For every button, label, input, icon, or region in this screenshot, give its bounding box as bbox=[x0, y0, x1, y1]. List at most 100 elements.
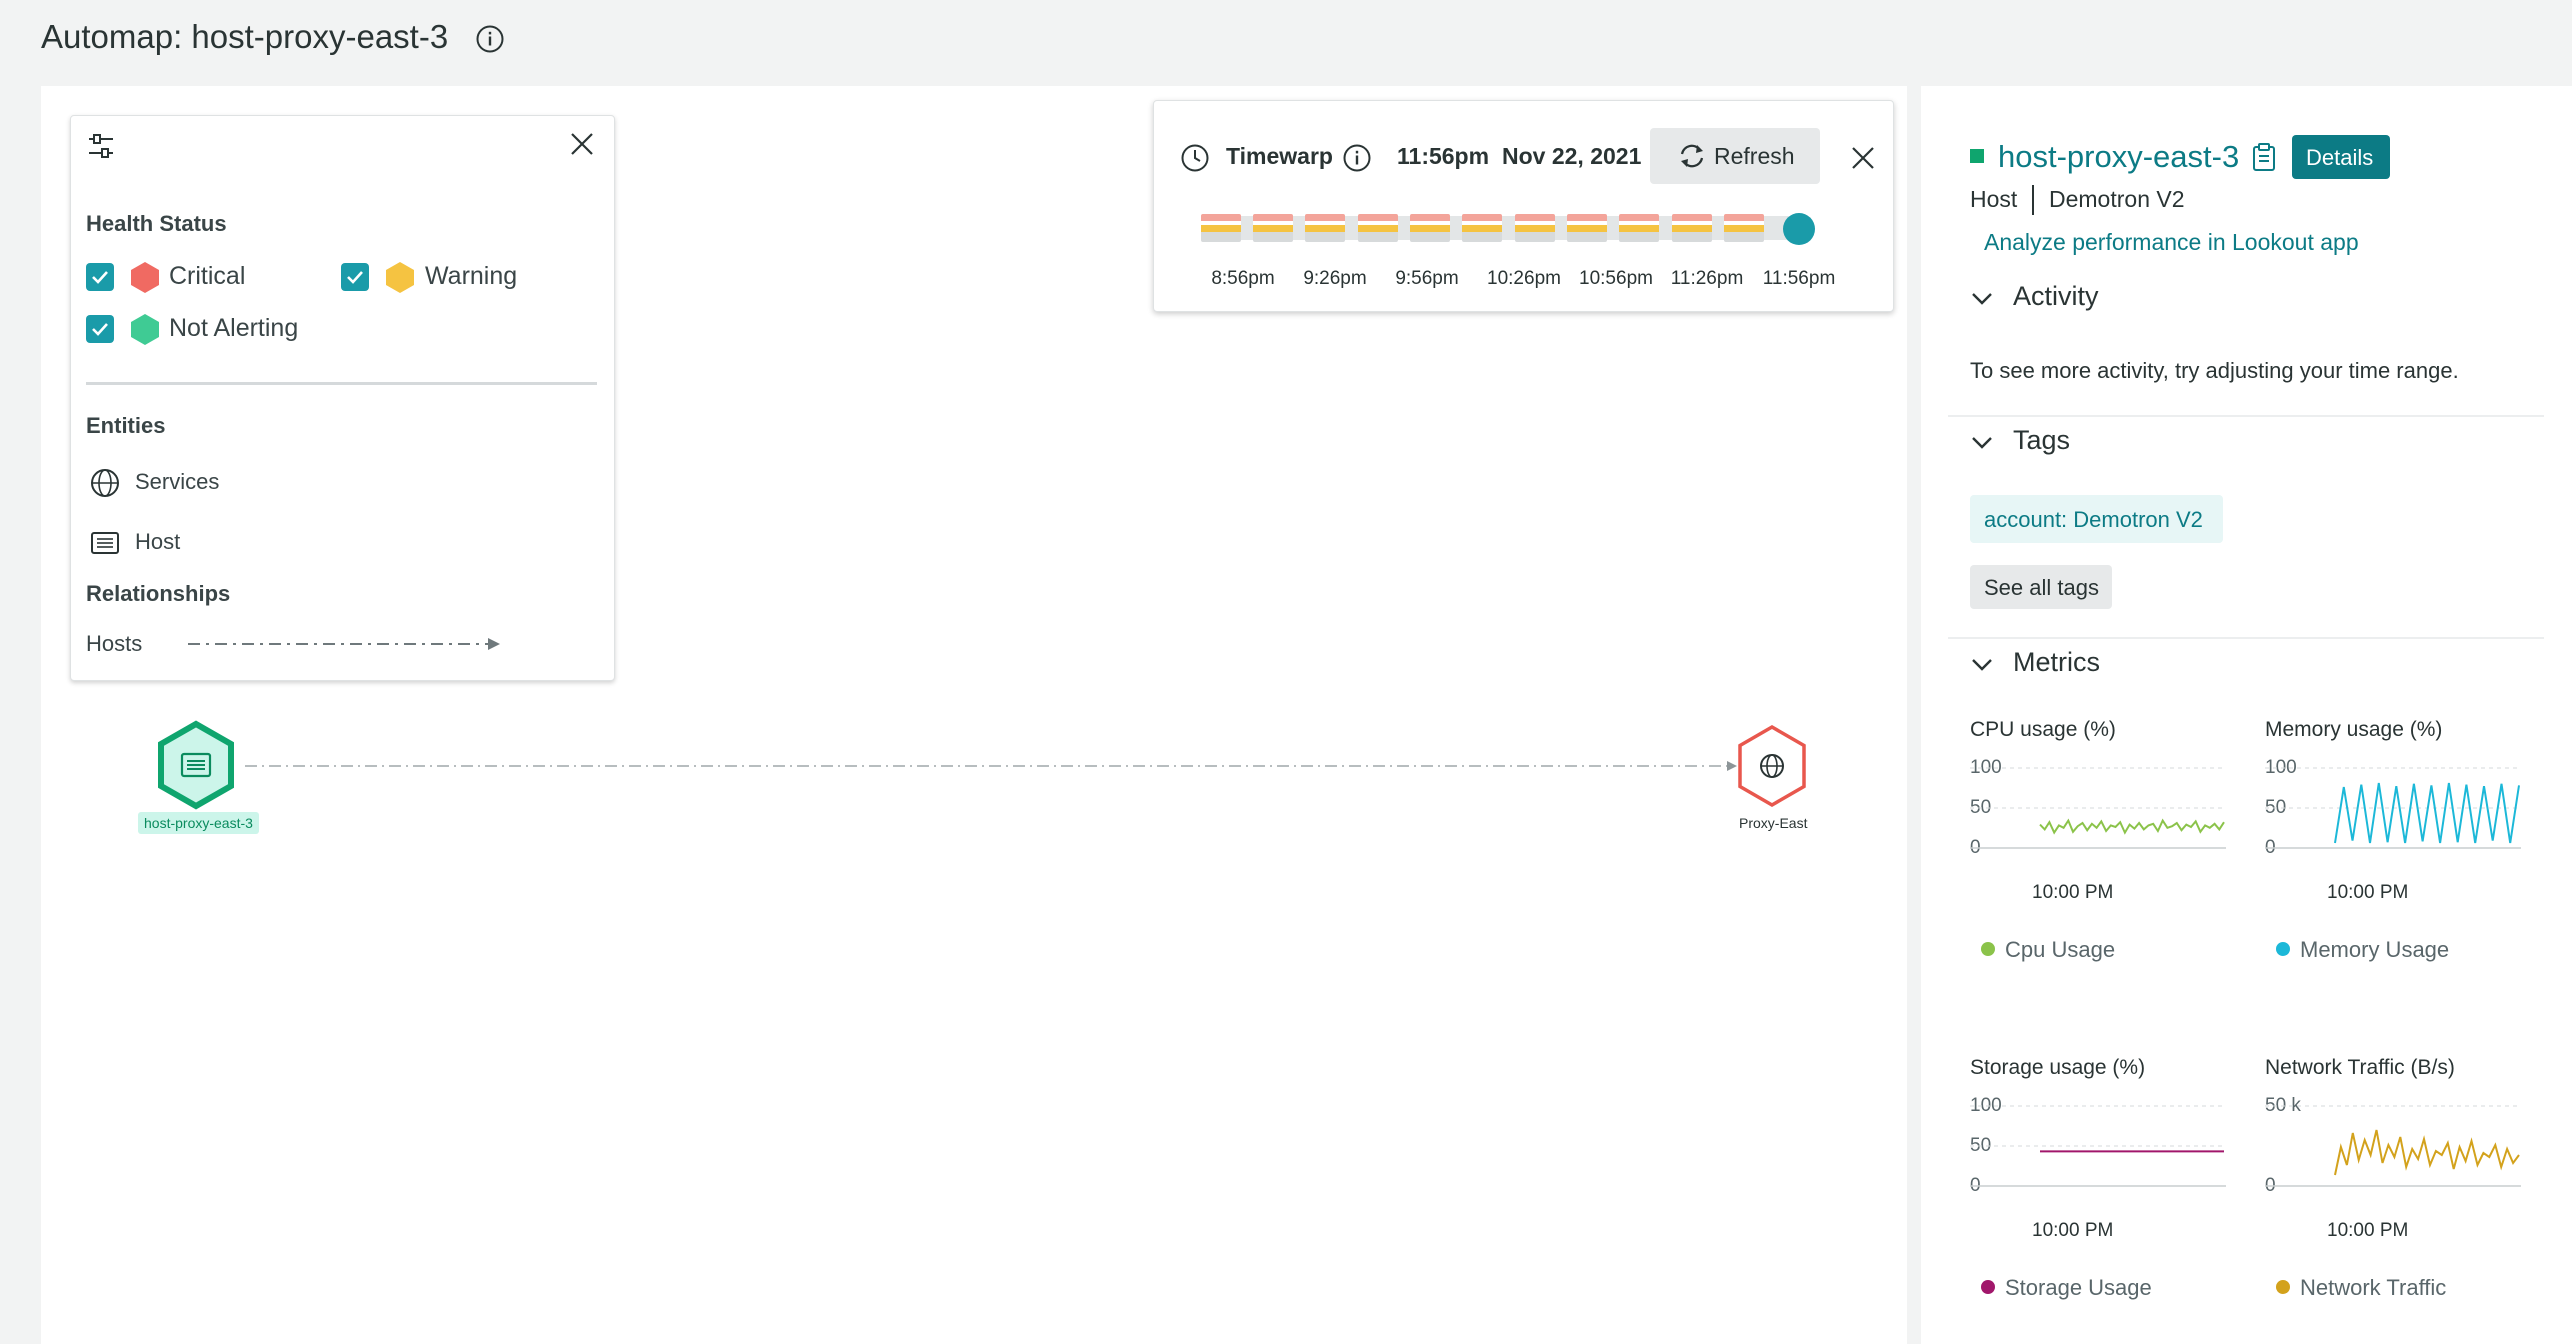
timeline-segment bbox=[1567, 214, 1607, 242]
network-chart-title: Network Traffic (B/s) bbox=[2265, 1056, 2455, 1079]
hosts-relationship-label: Hosts bbox=[86, 631, 143, 656]
host-node-label[interactable]: host-proxy-east-3 bbox=[138, 812, 259, 834]
network-x-label: 10:00 PM bbox=[2327, 1220, 2409, 1241]
chart-series-line bbox=[2039, 818, 2225, 835]
network-legend-dot bbox=[2276, 1280, 2290, 1294]
metrics-section-title[interactable]: Metrics bbox=[2013, 647, 2100, 678]
tags-section-title[interactable]: Tags bbox=[2013, 425, 2070, 456]
timeline-segment bbox=[1305, 214, 1345, 242]
timeline-tick: 11:26pm bbox=[1670, 268, 1744, 289]
critical-checkbox[interactable] bbox=[86, 263, 114, 291]
separator bbox=[2032, 185, 2034, 215]
page-title: Automap: host-proxy-east-3 bbox=[41, 18, 449, 55]
timeline-tick: 9:26pm bbox=[1303, 268, 1367, 289]
timeline-segment bbox=[1672, 214, 1712, 242]
not-alerting-hexagon-icon bbox=[130, 313, 160, 346]
refresh-button[interactable]: Refresh bbox=[1650, 128, 1820, 184]
timeline-tick: 8:56pm bbox=[1211, 268, 1275, 289]
tag-chip[interactable]: account: Demotron V2 bbox=[1970, 495, 2223, 543]
info-icon[interactable] bbox=[475, 24, 505, 54]
timeline-segment bbox=[1410, 214, 1450, 242]
network-legend-label[interactable]: Network Traffic bbox=[2300, 1275, 2446, 1301]
entity-type: Host bbox=[1970, 186, 2018, 212]
dashed-arrow-icon bbox=[186, 634, 506, 654]
tag-chip-label: account: Demotron V2 bbox=[1984, 507, 2203, 532]
close-icon[interactable] bbox=[568, 130, 596, 158]
critical-hexagon-icon bbox=[130, 261, 160, 294]
chevron-down-icon[interactable] bbox=[1970, 291, 1994, 307]
entity-name-link[interactable]: host-proxy-east-3 bbox=[1998, 139, 2239, 175]
activity-section-title[interactable]: Activity bbox=[2013, 281, 2099, 312]
critical-label: Critical bbox=[169, 262, 246, 290]
timeline-segment bbox=[1253, 214, 1293, 242]
cpu-x-label: 10:00 PM bbox=[2032, 882, 2114, 903]
chevron-down-icon[interactable] bbox=[1970, 435, 1994, 451]
legend-panel: Health Status Critical Warning Not Alert… bbox=[70, 115, 615, 681]
details-button-label: Details bbox=[2306, 145, 2374, 170]
host-node-hexagon-icon bbox=[158, 720, 234, 810]
timeline-segment bbox=[1358, 214, 1398, 242]
not-alerting-label: Not Alerting bbox=[169, 314, 299, 342]
server-icon bbox=[90, 530, 120, 556]
memory-chart-title: Memory usage (%) bbox=[2265, 718, 2443, 741]
chart-series-line bbox=[2334, 782, 2520, 844]
cpu-chart-title: CPU usage (%) bbox=[1970, 718, 2116, 741]
timeline-tick: 9:56pm bbox=[1395, 268, 1459, 289]
see-all-tags-button[interactable]: See all tags bbox=[1970, 565, 2112, 609]
cpu-legend-dot bbox=[1981, 942, 1995, 956]
relationships-heading: Relationships bbox=[86, 581, 231, 606]
services-label: Services bbox=[135, 469, 220, 494]
entities-heading: Entities bbox=[86, 413, 166, 438]
clipboard-icon[interactable] bbox=[2251, 142, 2277, 172]
storage-legend-dot bbox=[1981, 1280, 1995, 1294]
memory-legend-label[interactable]: Memory Usage bbox=[2300, 937, 2449, 963]
cpu-legend-label[interactable]: Cpu Usage bbox=[2005, 937, 2115, 963]
timeline-segment bbox=[1724, 214, 1764, 242]
entity-account: Demotron V2 bbox=[2049, 186, 2185, 212]
timewarp-label: Timewarp bbox=[1226, 143, 1333, 169]
warning-label: Warning bbox=[425, 262, 518, 290]
memory-x-label: 10:00 PM bbox=[2327, 882, 2409, 903]
timeline-segment bbox=[1462, 214, 1502, 242]
service-node-hexagon-icon bbox=[1738, 724, 1806, 808]
globe-icon bbox=[90, 468, 120, 498]
cpu-usage-chart[interactable] bbox=[1970, 767, 2226, 851]
timeline-segment bbox=[1515, 214, 1555, 242]
refresh-label: Refresh bbox=[1714, 143, 1795, 169]
not-alerting-checkbox[interactable] bbox=[86, 315, 114, 343]
memory-legend-dot bbox=[2276, 942, 2290, 956]
status-square-icon bbox=[1970, 149, 1984, 163]
memory-usage-chart[interactable] bbox=[2265, 767, 2521, 851]
warning-hexagon-icon bbox=[385, 261, 415, 294]
host-label: Host bbox=[135, 529, 181, 554]
chart-series-line bbox=[2334, 1129, 2520, 1176]
section-divider bbox=[1948, 637, 2544, 639]
entity-detail-panel: host-proxy-east-3 Details Host Demotron … bbox=[1921, 86, 2572, 1344]
storage-usage-chart[interactable] bbox=[1970, 1105, 2226, 1189]
timewarp-panel: Timewarp 11:56pm Nov 22, 2021 Refresh 8:… bbox=[1153, 100, 1894, 312]
legend-divider bbox=[86, 382, 597, 385]
storage-x-label: 10:00 PM bbox=[2032, 1220, 2114, 1241]
lookout-link[interactable]: Analyze performance in Lookout app bbox=[1984, 229, 2359, 256]
close-icon[interactable] bbox=[1850, 145, 1876, 171]
service-node-label[interactable]: Proxy-East bbox=[1739, 815, 1807, 831]
info-icon[interactable] bbox=[1342, 143, 1372, 173]
timeline-tick: 10:56pm bbox=[1579, 268, 1653, 289]
timewarp-time: 11:56pm bbox=[1397, 143, 1490, 169]
host-node[interactable] bbox=[156, 720, 236, 810]
timewarp-date: Nov 22, 2021 bbox=[1502, 143, 1642, 169]
section-divider bbox=[1948, 415, 2544, 417]
details-button[interactable]: Details bbox=[2292, 135, 2390, 179]
storage-chart-title: Storage usage (%) bbox=[1970, 1056, 2146, 1079]
refresh-icon bbox=[1678, 143, 1706, 169]
filter-settings-icon[interactable] bbox=[86, 131, 116, 161]
service-node[interactable] bbox=[1736, 724, 1808, 808]
timeline-segment bbox=[1201, 214, 1241, 242]
timeline-tick: 10:26pm bbox=[1487, 268, 1561, 289]
timeline-handle[interactable] bbox=[1783, 213, 1815, 245]
network-traffic-chart[interactable] bbox=[2265, 1105, 2521, 1189]
warning-checkbox[interactable] bbox=[341, 263, 369, 291]
chevron-down-icon[interactable] bbox=[1970, 657, 1994, 673]
storage-legend-label[interactable]: Storage Usage bbox=[2005, 1275, 2152, 1301]
timeline-segment bbox=[1619, 214, 1659, 242]
